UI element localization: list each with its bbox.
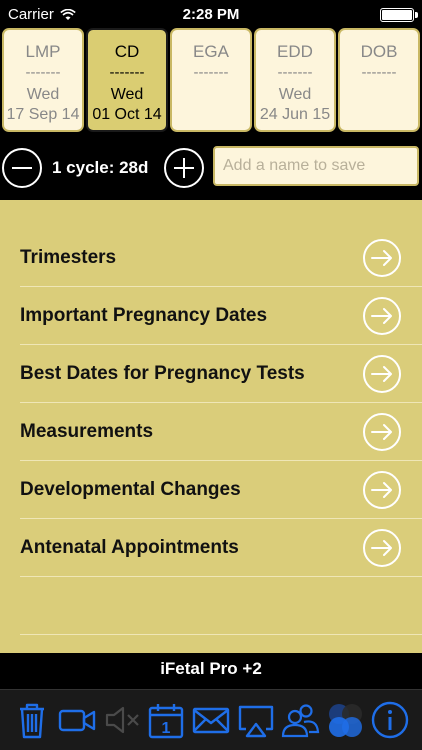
date-tab-dash: ------- bbox=[25, 64, 61, 81]
info-icon bbox=[371, 701, 408, 739]
menu-item-label: Measurements bbox=[20, 420, 154, 442]
date-tab-date bbox=[172, 106, 250, 126]
date-tabs: LMP ------- Wed 17 Sep 14 CD ------- Wed… bbox=[2, 28, 422, 132]
date-tab-abbr: EDD bbox=[277, 42, 313, 61]
date-tab-lmp[interactable]: LMP ------- Wed 17 Sep 14 bbox=[2, 28, 84, 132]
menu-item-label: Developmental Changes bbox=[20, 478, 241, 500]
date-tab-day bbox=[340, 86, 418, 106]
arrow-right-circle-icon bbox=[363, 470, 401, 509]
date-tab-day bbox=[172, 86, 250, 106]
date-tab-dash: ------- bbox=[109, 64, 145, 81]
plus-icon-vertical bbox=[183, 158, 185, 178]
mail-icon bbox=[192, 707, 230, 734]
date-tab-date: 17 Sep 14 bbox=[6, 106, 80, 123]
bottom-toolbar: 1 bbox=[0, 689, 422, 750]
circles-icon bbox=[328, 704, 362, 737]
trash-icon bbox=[20, 703, 45, 739]
arrow-right-circle-icon bbox=[363, 354, 401, 393]
menu-item-antenatal-appointments[interactable]: Antenatal Appointments bbox=[20, 519, 422, 577]
menu-panel: Trimesters Important Pregnancy Dates Bes… bbox=[0, 200, 422, 653]
status-time: 2:28 PM bbox=[182, 6, 240, 23]
calendar-day: 1 bbox=[162, 720, 171, 737]
video-button[interactable] bbox=[57, 698, 97, 742]
arrow-right-circle-icon bbox=[363, 238, 401, 277]
menu-divider bbox=[20, 634, 422, 635]
increase-cycle-button[interactable] bbox=[164, 148, 204, 188]
date-tab-day: Wed bbox=[278, 86, 312, 103]
cycle-bar: 1 cycle: 28d bbox=[0, 140, 422, 196]
info-button[interactable] bbox=[370, 698, 410, 742]
trash-button[interactable] bbox=[12, 698, 52, 742]
date-tab-date: 24 Jun 15 bbox=[259, 106, 331, 123]
date-tab-abbr: DOB bbox=[360, 42, 398, 61]
menu-item-trimesters[interactable]: Trimesters bbox=[20, 229, 422, 287]
app-title: iFetal Pro +2 bbox=[160, 659, 262, 678]
cycle-length-label: 1 cycle: 28d bbox=[52, 158, 149, 177]
menu-item-developmental-changes[interactable]: Developmental Changes bbox=[20, 461, 422, 519]
calendar-button[interactable]: 1 bbox=[146, 698, 186, 742]
arrow-right-circle-icon bbox=[363, 412, 401, 451]
menu-item-label: Important Pregnancy Dates bbox=[20, 304, 268, 326]
circles-button[interactable] bbox=[325, 698, 365, 742]
contacts-icon bbox=[282, 704, 320, 738]
date-tab-cd[interactable]: CD ------- Wed 01 Oct 14 bbox=[86, 28, 168, 132]
menu-item-measurements[interactable]: Measurements bbox=[20, 403, 422, 461]
menu-item-label: Trimesters bbox=[20, 246, 117, 268]
menu-item-label: Antenatal Appointments bbox=[20, 536, 239, 558]
mail-button[interactable] bbox=[191, 698, 231, 742]
arrow-right-circle-icon bbox=[363, 528, 401, 567]
mute-icon bbox=[105, 706, 139, 734]
battery-icon bbox=[380, 8, 418, 22]
date-tab-edd[interactable]: EDD ------- Wed 24 Jun 15 bbox=[254, 28, 336, 132]
date-tab-abbr: LMP bbox=[25, 42, 61, 61]
status-bar: Carrier 2:28 PM bbox=[0, 0, 422, 28]
airplay-icon bbox=[238, 705, 273, 738]
date-tab-date bbox=[340, 106, 418, 126]
date-tab-dash: ------- bbox=[361, 64, 397, 81]
menu-item-label: Best Dates for Pregnancy Tests bbox=[20, 362, 305, 384]
contacts-button[interactable] bbox=[280, 698, 320, 742]
calendar-icon: 1 bbox=[149, 704, 184, 739]
mute-button[interactable] bbox=[102, 698, 142, 742]
date-tab-abbr: EGA bbox=[193, 42, 229, 61]
name-input[interactable] bbox=[213, 146, 419, 186]
airplay-button[interactable] bbox=[236, 698, 276, 742]
date-tab-date: 01 Oct 14 bbox=[92, 106, 162, 123]
date-tab-ega[interactable]: EGA ------- bbox=[170, 28, 252, 132]
menu-item-pregnancy-tests[interactable]: Best Dates for Pregnancy Tests bbox=[20, 345, 422, 403]
decrease-cycle-button[interactable] bbox=[2, 148, 42, 188]
date-tab-dash: ------- bbox=[193, 64, 229, 81]
video-icon bbox=[58, 709, 96, 732]
date-tab-day: Wed bbox=[26, 86, 60, 103]
minus-icon bbox=[12, 167, 32, 169]
arrow-right-circle-icon bbox=[363, 296, 401, 335]
date-tab-dob[interactable]: DOB ------- bbox=[338, 28, 420, 132]
date-tab-dash: ------- bbox=[277, 64, 313, 81]
date-tab-abbr: CD bbox=[114, 42, 140, 61]
date-tab-day: Wed bbox=[110, 86, 144, 103]
menu-item-important-dates[interactable]: Important Pregnancy Dates bbox=[20, 287, 422, 345]
